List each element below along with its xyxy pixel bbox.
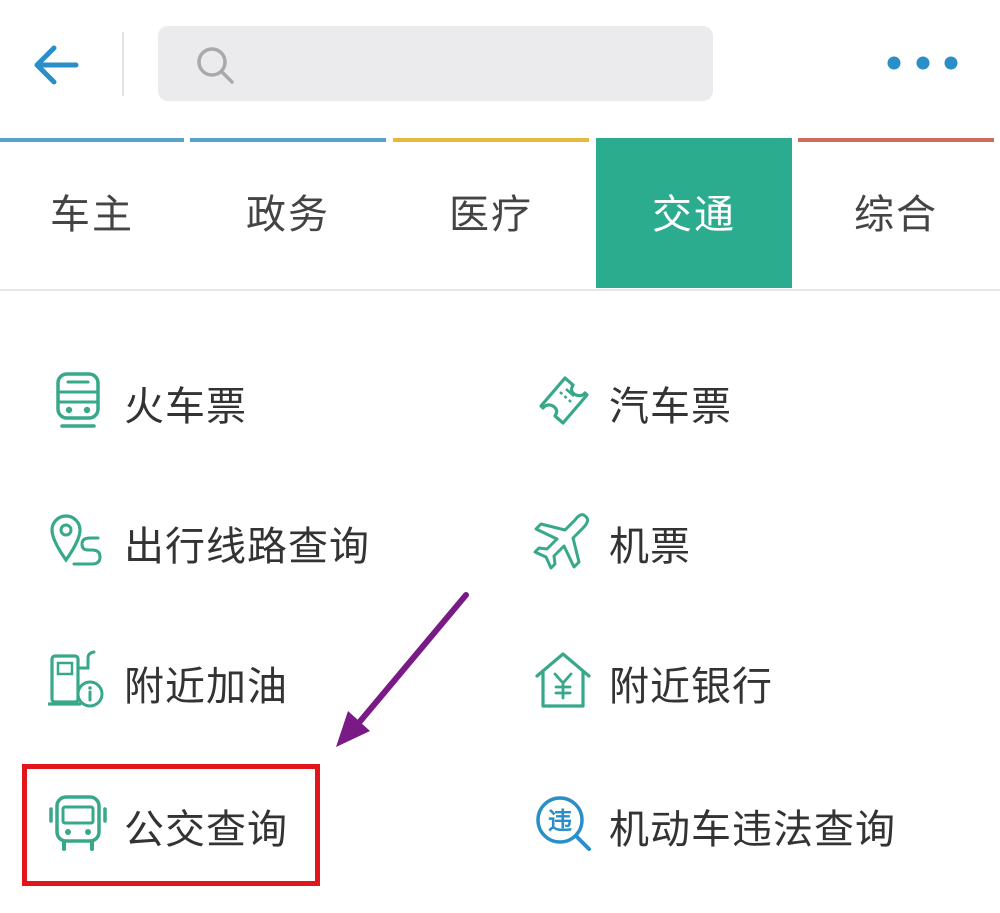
service-label: 出行线路查询 <box>124 524 370 570</box>
train-icon <box>56 372 100 428</box>
tab-transport[interactable]: 交通 <box>596 138 792 288</box>
service-label: 汽车票 <box>609 384 732 430</box>
service-label: 火车票 <box>124 384 247 430</box>
tab-color-bar <box>0 138 184 142</box>
service-route-query[interactable]: 出行线路查询 <box>48 500 448 580</box>
service-train-ticket[interactable]: 火车票 <box>48 360 448 440</box>
tab-label: 交通 <box>652 192 736 238</box>
service-label: 机票 <box>609 524 691 570</box>
arrow-left-icon <box>34 45 79 85</box>
service-bus-ticket[interactable]: 汽车票 <box>533 360 953 440</box>
service-label: 机动车违法查询 <box>609 807 896 853</box>
search-icon <box>197 47 234 84</box>
ticket-icon <box>539 376 589 425</box>
route-pin-icon <box>50 514 102 566</box>
tab-label: 车主 <box>50 192 134 238</box>
tab-car-owner[interactable]: 车主 <box>0 138 184 288</box>
service-label: 附近银行 <box>609 664 773 710</box>
back-button[interactable] <box>28 38 82 92</box>
tab-label: 综合 <box>854 192 938 238</box>
service-flight-ticket[interactable]: 机票 <box>533 500 953 580</box>
more-dots-icon <box>887 56 958 70</box>
tabs-divider <box>0 289 1000 291</box>
violation-search-icon: 违 <box>536 796 591 851</box>
tab-label: 医疗 <box>449 192 533 238</box>
tab-medical[interactable]: 医疗 <box>393 138 589 288</box>
top-bar <box>0 0 1000 128</box>
tab-color-bar <box>190 138 386 142</box>
service-violation-query[interactable]: 违 机动车违法查询 <box>533 783 973 863</box>
plane-icon <box>533 513 590 570</box>
svg-text:违: 违 <box>548 807 572 835</box>
service-label: 附近加油 <box>124 664 288 710</box>
bank-icon <box>535 652 591 708</box>
search-input[interactable] <box>158 26 713 101</box>
header-divider <box>122 32 124 96</box>
gas-station-icon <box>48 650 104 708</box>
tab-color-bar <box>393 138 589 142</box>
tab-label: 政务 <box>246 192 330 238</box>
tab-color-bar <box>798 138 994 142</box>
annotation-arrow-icon <box>336 592 469 747</box>
highlight-box <box>22 764 320 886</box>
category-tabs: 车主 政务 医疗 交通 综合 <box>0 138 1000 290</box>
service-nearby-bank[interactable]: 附近银行 <box>533 640 953 720</box>
tab-government[interactable]: 政务 <box>190 138 386 288</box>
tab-general[interactable]: 综合 <box>798 138 994 288</box>
more-menu-button[interactable] <box>880 50 964 76</box>
